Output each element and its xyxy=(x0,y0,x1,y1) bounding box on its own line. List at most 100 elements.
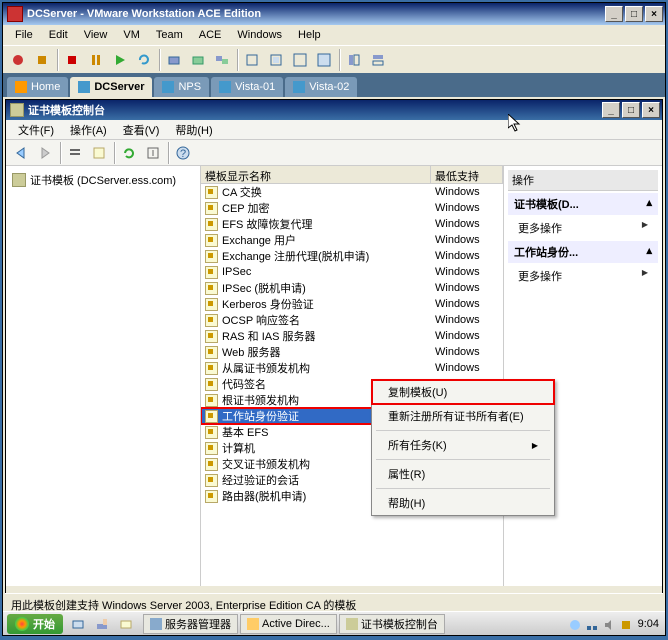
back-icon[interactable] xyxy=(10,142,32,164)
menu-ace[interactable]: ACE xyxy=(191,27,230,43)
context-item[interactable]: 重新注册所有证书所有者(E) xyxy=(372,404,554,428)
template-row[interactable]: IPSecWindows xyxy=(201,264,503,280)
taskbar-app-icon xyxy=(346,618,358,630)
menu-file[interactable]: File xyxy=(7,27,41,43)
view2-icon[interactable] xyxy=(265,49,287,71)
network-icon[interactable] xyxy=(584,617,598,631)
power-off-icon[interactable] xyxy=(7,49,29,71)
actions-title: 操作 xyxy=(508,170,658,191)
menu-edit[interactable]: Edit xyxy=(41,27,76,43)
template-row[interactable]: Kerberos 身份验证Windows xyxy=(201,296,503,312)
cert-template-icon xyxy=(10,103,24,117)
mmc-title: 证书模板控制台 xyxy=(28,102,600,118)
menu-vm[interactable]: VM xyxy=(115,27,148,43)
template-row[interactable]: EFS 故障恢复代理Windows xyxy=(201,216,503,232)
tree-pane: 证书模板 (DCServer.ess.com) xyxy=(6,166,201,586)
taskbar-item[interactable]: 证书模板控制台 xyxy=(339,614,445,634)
tray-icon-4[interactable] xyxy=(618,617,632,631)
maximize-button[interactable]: □ xyxy=(625,6,643,22)
mmc-menu-item[interactable]: 文件(F) xyxy=(10,120,62,140)
start-button[interactable]: 开始 xyxy=(7,614,63,634)
taskbar-item[interactable]: Active Direc... xyxy=(240,614,337,634)
template-row[interactable]: CA 交换Windows xyxy=(201,184,503,200)
col-name[interactable]: 模板显示名称 xyxy=(201,166,431,183)
template-icon xyxy=(205,442,218,455)
revert-icon[interactable] xyxy=(187,49,209,71)
start-label: 开始 xyxy=(33,616,55,632)
quicklaunch2-icon[interactable] xyxy=(91,613,113,635)
template-row[interactable]: CEP 加密Windows xyxy=(201,200,503,216)
mmc-menu-item[interactable]: 操作(A) xyxy=(62,120,115,140)
menu-view[interactable]: View xyxy=(76,27,116,43)
menu-help[interactable]: Help xyxy=(290,27,329,43)
pause-icon[interactable] xyxy=(85,49,107,71)
volume-icon[interactable] xyxy=(601,617,615,631)
refresh-icon[interactable] xyxy=(118,142,140,164)
template-row[interactable]: Exchange 注册代理(脱机申请)Windows xyxy=(201,248,503,264)
tab-dcserver[interactable]: DCServer xyxy=(70,77,152,97)
template-row[interactable]: 从属证书颁发机构Windows xyxy=(201,360,503,376)
tab-nps[interactable]: NPS xyxy=(154,77,209,97)
mmc-menu-item[interactable]: 查看(V) xyxy=(115,120,168,140)
tab-home[interactable]: Home xyxy=(7,77,68,97)
help-icon[interactable]: ? xyxy=(172,142,194,164)
template-row[interactable]: OCSP 响应签名Windows xyxy=(201,312,503,328)
mmc-close-button[interactable]: × xyxy=(642,102,660,118)
template-icon xyxy=(205,282,218,295)
close-button[interactable]: × xyxy=(645,6,663,22)
vmware-menubar: FileEditViewVMTeamACEWindowsHelp xyxy=(3,25,665,45)
tab-vista-01[interactable]: Vista-01 xyxy=(211,77,283,97)
template-icon xyxy=(205,218,218,231)
template-icon xyxy=(205,250,218,263)
vmware-toolbar xyxy=(3,45,665,73)
vmware-titlebar: DCServer - VMware Workstation ACE Editio… xyxy=(3,3,665,25)
template-icon xyxy=(205,202,218,215)
tree-root-label: 证书模板 (DCServer.ess.com) xyxy=(30,172,176,188)
vmware-title: DCServer - VMware Workstation ACE Editio… xyxy=(27,8,603,20)
clock[interactable]: 9:04 xyxy=(638,618,659,630)
quicklaunch1-icon[interactable] xyxy=(67,613,89,635)
unity-icon[interactable] xyxy=(313,49,335,71)
template-row[interactable]: Web 服务器Windows xyxy=(201,344,503,360)
forward-icon[interactable] xyxy=(34,142,56,164)
menu-windows[interactable]: Windows xyxy=(229,27,290,43)
mmc-window: 证书模板控制台 _ □ × 文件(F)操作(A)查看(V)帮助(H) ? xyxy=(5,99,663,609)
action-item[interactable]: 更多操作 xyxy=(508,265,658,287)
fullscreen-icon[interactable] xyxy=(289,49,311,71)
context-item[interactable]: 复制模板(U) xyxy=(372,380,554,404)
template-row[interactable]: RAS 和 IAS 服务器Windows xyxy=(201,328,503,344)
tab-vista-02[interactable]: Vista-02 xyxy=(285,77,357,97)
quicklaunch3-icon[interactable] xyxy=(115,613,137,635)
taskbar-item[interactable]: 服务器管理器 xyxy=(143,614,238,634)
minimize-button[interactable]: _ xyxy=(605,6,623,22)
template-icon xyxy=(205,458,218,471)
reset-icon[interactable] xyxy=(133,49,155,71)
tree-root[interactable]: 证书模板 (DCServer.ess.com) xyxy=(10,170,196,190)
properties-icon[interactable] xyxy=(88,142,110,164)
sidebar-icon[interactable] xyxy=(343,49,365,71)
menu-team[interactable]: Team xyxy=(148,27,191,43)
stop-icon[interactable] xyxy=(61,49,83,71)
suspend-icon[interactable] xyxy=(31,49,53,71)
list-icon[interactable] xyxy=(64,142,86,164)
status-bar: 用此模板创建支持 Windows Server 2003, Enterprise… xyxy=(5,593,663,613)
view1-icon[interactable] xyxy=(241,49,263,71)
tray-icon-1[interactable] xyxy=(567,617,581,631)
pc-icon xyxy=(162,81,174,93)
snapshot-icon[interactable] xyxy=(163,49,185,71)
context-item[interactable]: 属性(R) xyxy=(372,462,554,486)
context-item[interactable]: 帮助(H) xyxy=(372,491,554,515)
action-item[interactable]: 更多操作 xyxy=(508,217,658,239)
mmc-minimize-button[interactable]: _ xyxy=(602,102,620,118)
col-min[interactable]: 最低支持 xyxy=(431,166,503,183)
template-icon xyxy=(205,298,218,311)
quickswitch-icon[interactable] xyxy=(367,49,389,71)
template-row[interactable]: Exchange 用户Windows xyxy=(201,232,503,248)
play-icon[interactable] xyxy=(109,49,131,71)
template-row[interactable]: IPSec (脱机申请)Windows xyxy=(201,280,503,296)
manage-icon[interactable] xyxy=(211,49,233,71)
context-item[interactable]: 所有任务(K) xyxy=(372,433,554,457)
mmc-maximize-button[interactable]: □ xyxy=(622,102,640,118)
export-icon[interactable] xyxy=(142,142,164,164)
mmc-menu-item[interactable]: 帮助(H) xyxy=(167,120,220,140)
